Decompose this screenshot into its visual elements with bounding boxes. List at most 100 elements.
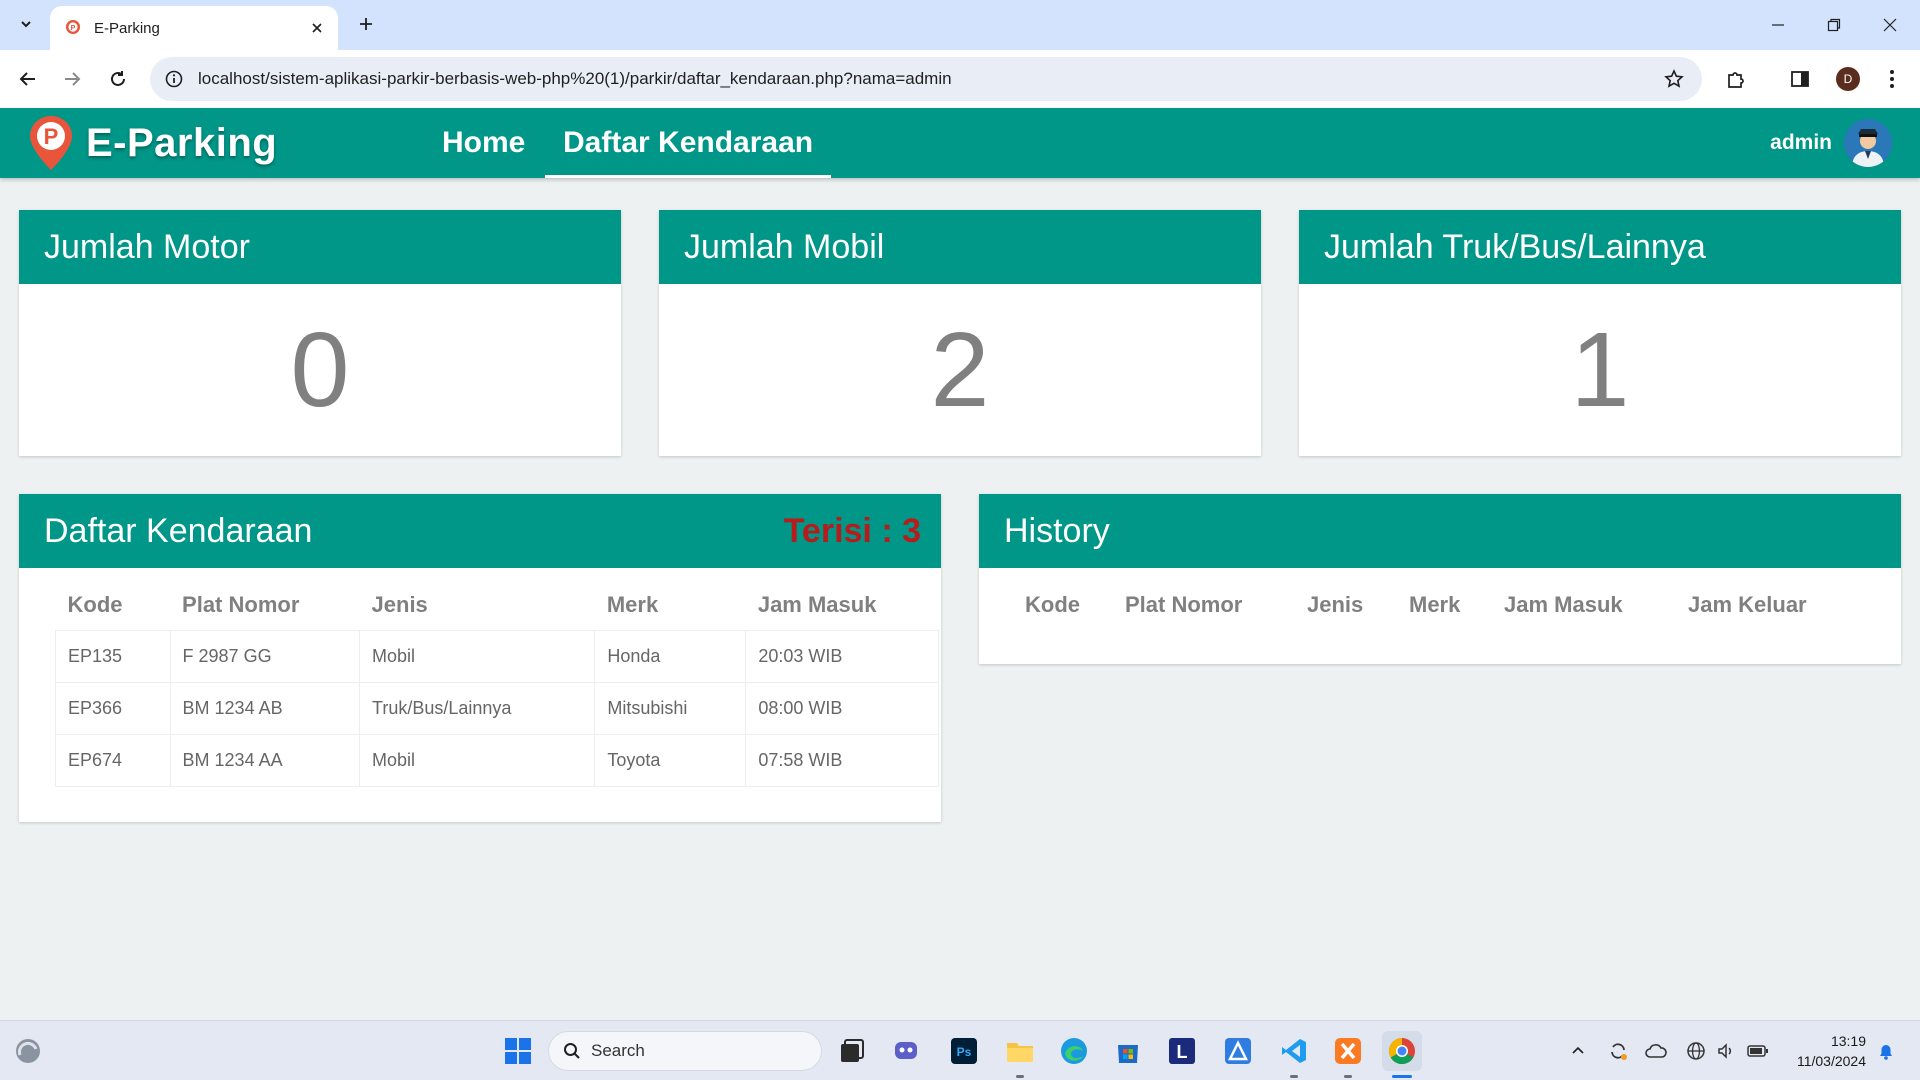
restore-button[interactable] bbox=[1806, 0, 1862, 50]
table-cell: EP674 bbox=[55, 733, 171, 787]
reload-icon bbox=[111, 71, 125, 86]
store-icon bbox=[1118, 1045, 1138, 1063]
parking-pin-icon: P bbox=[30, 116, 72, 170]
drawing-app-icon bbox=[1225, 1038, 1251, 1064]
table-cell: Toyota bbox=[594, 733, 747, 787]
network-tray-button[interactable] bbox=[1682, 1037, 1710, 1065]
clock-date: 11/03/2024 bbox=[1796, 1053, 1866, 1069]
table-cell: Honda bbox=[594, 629, 747, 683]
stat-value: 0 bbox=[290, 310, 350, 429]
close-window-button[interactable] bbox=[1862, 0, 1918, 50]
table-cell: 20:03 WIB bbox=[745, 629, 939, 683]
arrow-left-icon bbox=[19, 72, 35, 86]
l-app-button[interactable]: L bbox=[1162, 1031, 1202, 1071]
task-view-button[interactable] bbox=[832, 1031, 872, 1071]
chevron-up-icon bbox=[1572, 1046, 1584, 1054]
xampp-icon bbox=[1335, 1038, 1361, 1064]
user-name[interactable]: admin bbox=[1770, 108, 1832, 178]
stat-value: 1 bbox=[1570, 310, 1630, 429]
nav-daftar-kendaraan[interactable]: Daftar Kendaraan bbox=[545, 108, 832, 178]
table-cell: F 2987 GG bbox=[169, 629, 361, 683]
brand-logo[interactable]: P E-Parking bbox=[28, 114, 277, 172]
show-hidden-icons-button[interactable] bbox=[1564, 1037, 1592, 1065]
star-icon bbox=[1664, 69, 1684, 88]
chrome-button[interactable] bbox=[1382, 1031, 1422, 1071]
column-header: Jenis bbox=[1307, 592, 1364, 617]
info-icon bbox=[165, 70, 183, 88]
restore-icon bbox=[1827, 18, 1841, 32]
table-cell: 08:00 WIB bbox=[745, 681, 939, 735]
photoshop-button[interactable]: Ps bbox=[944, 1031, 984, 1071]
browser-menu-button[interactable] bbox=[1874, 61, 1910, 97]
tab-search-button[interactable] bbox=[12, 10, 40, 38]
start-button[interactable] bbox=[498, 1031, 538, 1071]
folder-icon bbox=[1007, 1043, 1033, 1062]
column-header: Plat Nomor bbox=[182, 591, 300, 617]
taskbar-search[interactable]: Search bbox=[548, 1031, 822, 1071]
sync-tray-button[interactable] bbox=[1604, 1037, 1632, 1065]
weather-widget[interactable] bbox=[12, 1035, 44, 1067]
address-bar[interactable]: localhost/sistem-aplikasi-parkir-berbasi… bbox=[150, 57, 1702, 101]
clock-time: 13:19 bbox=[1830, 1033, 1866, 1049]
taskbar: Search Ps L 13:19 11/03/2024 bbox=[0, 1020, 1920, 1080]
table-cell: EP135 bbox=[55, 629, 171, 683]
minimize-button[interactable] bbox=[1750, 0, 1806, 50]
task-view-icon bbox=[841, 1039, 864, 1062]
bell-icon bbox=[1880, 1045, 1892, 1060]
search-icon bbox=[564, 1043, 580, 1059]
table-cell: Mitsubishi bbox=[594, 681, 747, 735]
sync-icon bbox=[1611, 1043, 1627, 1060]
cloud-icon bbox=[1645, 1044, 1667, 1058]
table-header-row: Kode Plat Nomor Jenis Merk Jam Masuk Jam… bbox=[1015, 580, 1865, 630]
browser-tab[interactable]: P E-Parking bbox=[50, 6, 338, 50]
stat-card-title: Jumlah Motor bbox=[19, 210, 621, 284]
tab-title: E-Parking bbox=[94, 19, 160, 37]
edge-button[interactable] bbox=[1054, 1031, 1094, 1071]
profile-avatar: D bbox=[1836, 67, 1860, 91]
stat-card-truk: Jumlah Truk/Bus/Lainnya 1 bbox=[1299, 210, 1901, 456]
battery-tray-button[interactable] bbox=[1744, 1037, 1772, 1065]
chat-icon bbox=[895, 1042, 917, 1059]
profile-button[interactable]: D bbox=[1830, 61, 1866, 97]
tab-close-button[interactable] bbox=[306, 17, 328, 39]
brand-name: E-Parking bbox=[86, 120, 278, 165]
onedrive-tray-button[interactable] bbox=[1642, 1037, 1670, 1065]
table-cell: 07:58 WIB bbox=[745, 733, 939, 787]
extensions-button[interactable] bbox=[1718, 61, 1754, 97]
back-button[interactable] bbox=[10, 61, 46, 97]
teams-chat-button[interactable] bbox=[886, 1031, 926, 1071]
side-panel-button[interactable] bbox=[1782, 61, 1818, 97]
vehicle-list-card: Daftar Kendaraan Terisi : 3 Kode Plat No… bbox=[19, 494, 941, 822]
volume-tray-button[interactable] bbox=[1712, 1037, 1740, 1065]
stat-card-motor: Jumlah Motor 0 bbox=[19, 210, 621, 456]
reload-button[interactable] bbox=[100, 61, 136, 97]
microsoft-store-button[interactable] bbox=[1108, 1031, 1148, 1071]
nav-home[interactable]: Home bbox=[442, 108, 525, 178]
stat-card-title: Jumlah Truk/Bus/Lainnya bbox=[1299, 210, 1901, 284]
user-avatar[interactable] bbox=[1844, 119, 1892, 167]
svg-text:P: P bbox=[71, 25, 76, 32]
l-app-icon: L bbox=[1169, 1038, 1195, 1064]
table-header-row: Kode Plat Nomor Jenis Merk Jam Masuk bbox=[56, 580, 939, 630]
running-indicator bbox=[1344, 1075, 1352, 1078]
occupied-count: Terisi : 3 bbox=[783, 511, 921, 550]
forward-button[interactable] bbox=[54, 61, 90, 97]
url-text: localhost/sistem-aplikasi-parkir-berbasi… bbox=[198, 69, 952, 88]
vscode-button[interactable] bbox=[1274, 1031, 1314, 1071]
svg-text:P: P bbox=[44, 124, 59, 149]
column-header: Jenis bbox=[371, 591, 428, 617]
plus-icon bbox=[360, 18, 372, 30]
xampp-button[interactable] bbox=[1328, 1031, 1368, 1071]
new-tab-button[interactable] bbox=[352, 10, 380, 38]
file-explorer-button[interactable] bbox=[1000, 1031, 1040, 1071]
site-info-button[interactable] bbox=[156, 61, 192, 97]
taskbar-clock[interactable]: 13:19 11/03/2024 bbox=[1797, 1031, 1866, 1071]
close-icon bbox=[1883, 18, 1897, 32]
vehicle-list-title-text: Daftar Kendaraan bbox=[44, 511, 313, 550]
column-header: Merk bbox=[1409, 592, 1461, 617]
notifications-button[interactable] bbox=[1872, 1037, 1900, 1065]
drawing-app-button[interactable] bbox=[1218, 1031, 1258, 1071]
search-placeholder: Search bbox=[591, 1041, 645, 1060]
bookmark-button[interactable] bbox=[1654, 59, 1694, 99]
globe-icon bbox=[1687, 1042, 1705, 1060]
